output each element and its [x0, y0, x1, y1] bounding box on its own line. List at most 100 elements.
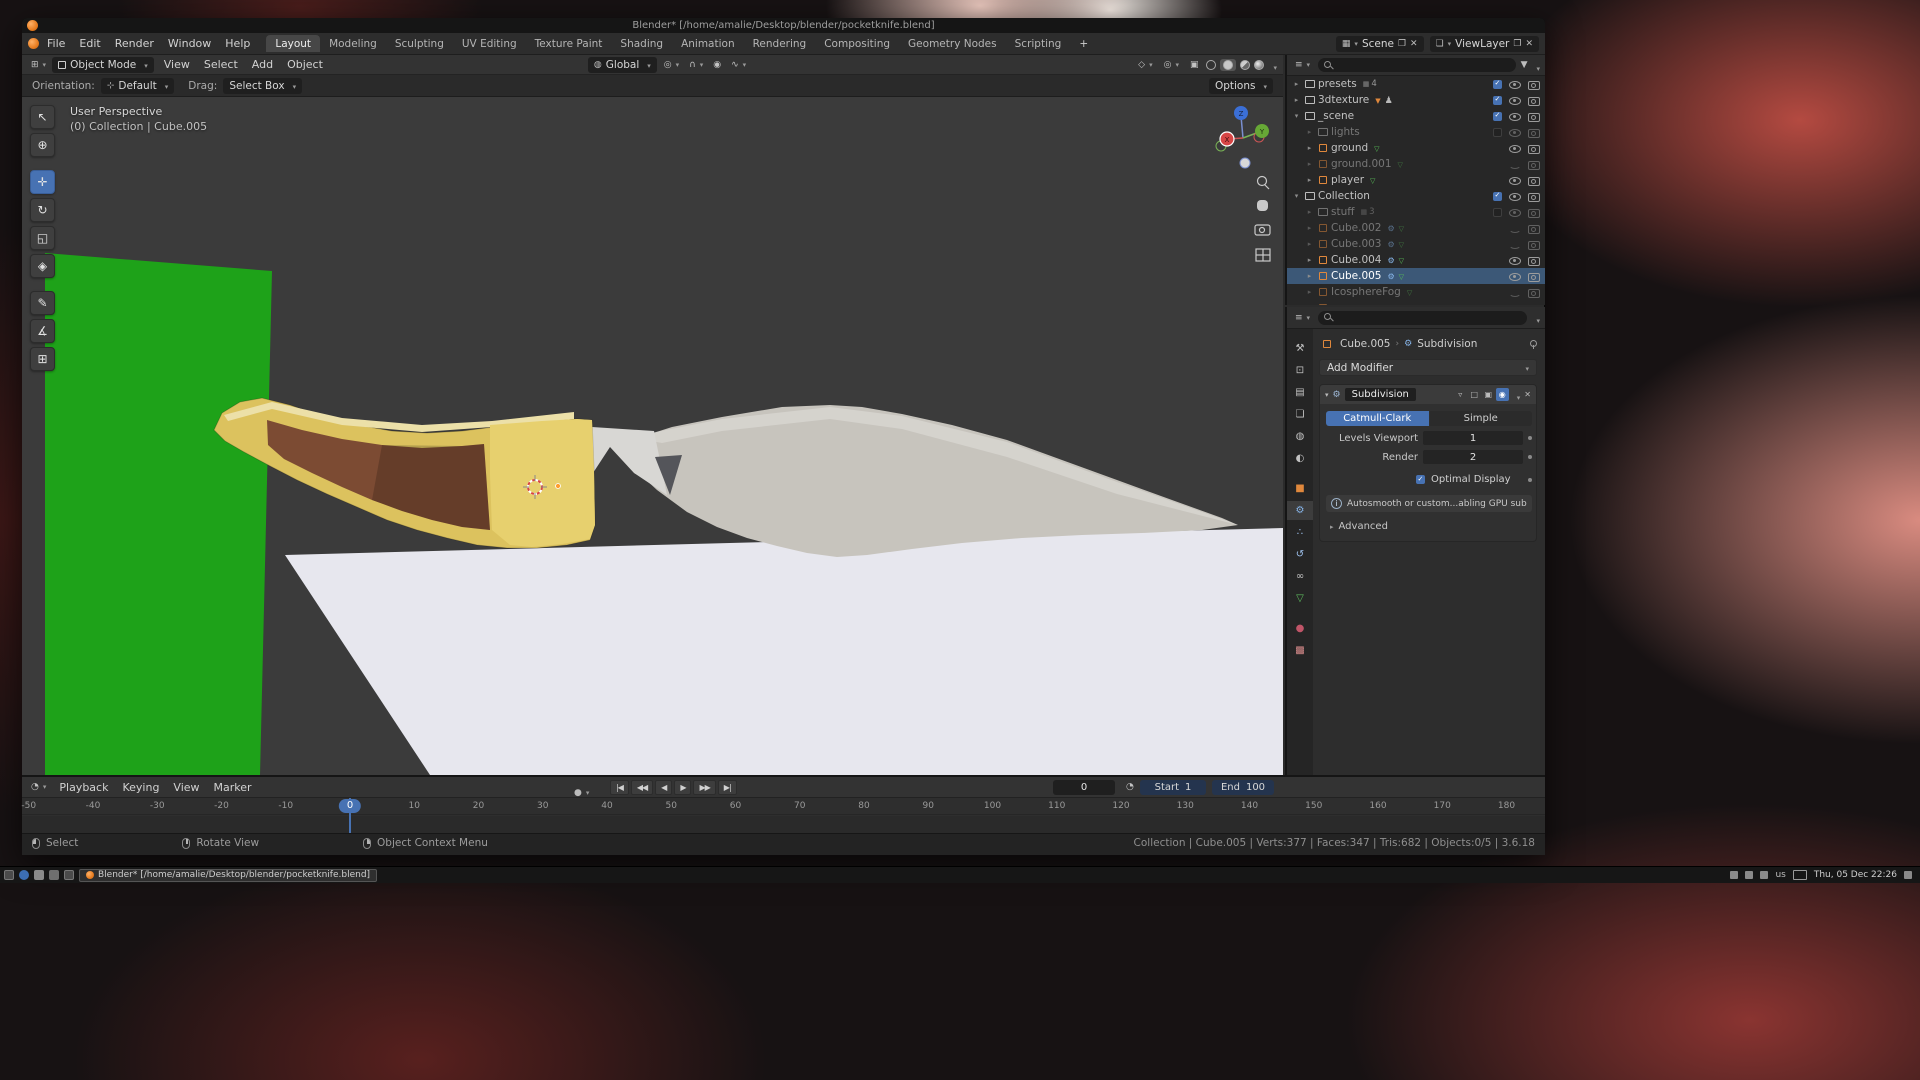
timeline-track[interactable]: [22, 816, 1545, 833]
viewport-menu-object[interactable]: Object: [280, 56, 330, 73]
camera-render-icon[interactable]: [1528, 127, 1540, 137]
outliner-row[interactable]: ▸: [1287, 300, 1545, 305]
menu-render[interactable]: Render: [108, 35, 161, 52]
camera-render-icon[interactable]: [1528, 239, 1540, 249]
tool-add-cube[interactable]: ⊞: [30, 347, 55, 371]
eye-open-icon[interactable]: [1509, 95, 1521, 106]
files-icon[interactable]: [34, 870, 44, 880]
wireframe-shading-button[interactable]: [1206, 60, 1216, 70]
filter-funnel-icon[interactable]: ▼: [1521, 60, 1528, 70]
outliner-row-3dtexture[interactable]: ▸3dtexture: [1287, 92, 1545, 108]
workspace-tab-rendering[interactable]: Rendering: [744, 35, 816, 52]
eye-closed-icon[interactable]: [1509, 303, 1521, 306]
expand-arrow-icon[interactable]: ▸: [1304, 288, 1315, 296]
menu-window[interactable]: Window: [161, 35, 218, 52]
workspace-tab-layout[interactable]: Layout: [266, 35, 320, 52]
eye-open-icon[interactable]: [1509, 143, 1521, 154]
add-workspace-button[interactable]: +: [1070, 35, 1097, 52]
camera-render-icon[interactable]: [1528, 143, 1540, 153]
properties-tab-material[interactable]: ●: [1287, 619, 1313, 638]
checkbox-unchecked-icon[interactable]: [1493, 128, 1502, 137]
checkbox-unchecked-icon[interactable]: [1493, 208, 1502, 217]
frame-start-field[interactable]: Start 1: [1140, 780, 1206, 795]
timeline-menu-marker[interactable]: Marker: [207, 779, 259, 796]
properties-editor-type-button[interactable]: ≡: [1292, 312, 1313, 324]
tool-measure[interactable]: ∡: [30, 319, 55, 343]
workspace-tab-scripting[interactable]: Scripting: [1006, 35, 1071, 52]
workspace-tab-shading[interactable]: Shading: [611, 35, 672, 52]
tool-move[interactable]: ✛: [30, 170, 55, 194]
browser-icon[interactable]: [19, 870, 29, 880]
blender-menu-icon[interactable]: [28, 38, 39, 49]
solid-shading-button[interactable]: [1220, 59, 1236, 71]
green-plane[interactable]: [45, 253, 272, 775]
camera-render-icon[interactable]: [1528, 287, 1540, 297]
scene-selector[interactable]: ▦ Scene ❐ ✕: [1336, 36, 1424, 52]
modifier-close-icon[interactable]: ✕: [1524, 390, 1531, 399]
transport-jump-start-button[interactable]: |◀: [610, 780, 629, 795]
properties-tab-texture[interactable]: ▩: [1287, 641, 1313, 660]
proportional-edit-button[interactable]: ◉: [710, 59, 724, 71]
camera-render-icon[interactable]: [1528, 95, 1540, 105]
camera-render-icon[interactable]: [1528, 159, 1540, 169]
workspace-tab-uv-editing[interactable]: UV Editing: [453, 35, 526, 52]
properties-options-chevron-icon[interactable]: [1532, 308, 1540, 327]
properties-tab-modifiers[interactable]: ⚙: [1287, 501, 1313, 520]
camera-render-icon[interactable]: [1528, 79, 1540, 89]
camera-render-icon[interactable]: [1528, 175, 1540, 185]
camera-render-icon[interactable]: [1528, 303, 1540, 305]
properties-tab-particles[interactable]: ∴: [1287, 523, 1313, 542]
outliner-row-player[interactable]: ▸player: [1287, 172, 1545, 188]
eye-open-icon[interactable]: [1509, 111, 1521, 122]
shading-chevron-icon[interactable]: [1269, 55, 1277, 74]
tool-scale[interactable]: ◱: [30, 226, 55, 250]
properties-search-field[interactable]: [1318, 311, 1527, 325]
outliner-row-icospherefog[interactable]: ▸IcosphereFog: [1287, 284, 1545, 300]
eye-open-icon[interactable]: [1509, 175, 1521, 186]
outliner-row-cube-004[interactable]: ▸Cube.004: [1287, 252, 1545, 268]
properties-tab-world[interactable]: ◐: [1287, 449, 1313, 468]
notifications-tray-icon[interactable]: [1904, 871, 1912, 879]
outliner-search-field[interactable]: [1318, 58, 1516, 72]
animate-dot-icon[interactable]: [1528, 478, 1532, 482]
camera-render-icon[interactable]: [1528, 191, 1540, 201]
expand-arrow-icon[interactable]: ▸: [1291, 80, 1302, 88]
eye-closed-icon[interactable]: [1509, 287, 1521, 298]
modifier-extras-chevron-icon[interactable]: [1513, 385, 1521, 404]
camera-render-icon[interactable]: [1528, 255, 1540, 265]
timeline-menu-keying[interactable]: Keying: [115, 779, 166, 796]
eye-closed-icon[interactable]: [1509, 239, 1521, 250]
workspace-tab-sculpting[interactable]: Sculpting: [386, 35, 453, 52]
eye-open-icon[interactable]: [1509, 127, 1521, 138]
outliner-row-ground-001[interactable]: ▸ground.001: [1287, 156, 1545, 172]
checkbox-checked-icon[interactable]: [1493, 80, 1502, 89]
transport-play-reverse-button[interactable]: ◀: [655, 780, 672, 795]
keyboard-layout-indicator[interactable]: us: [1775, 870, 1785, 880]
axis-minus-z-ball[interactable]: [1240, 158, 1250, 168]
show-gizmos-button[interactable]: ◇: [1135, 59, 1155, 71]
material-shading-button[interactable]: [1240, 60, 1250, 70]
cage-toggle-icon[interactable]: □: [1468, 388, 1481, 401]
viewport-3d[interactable]: Z Y X: [22, 97, 1283, 775]
remove-viewlayer-icon[interactable]: ✕: [1525, 39, 1533, 49]
modifier-name-field[interactable]: Subdivision: [1345, 388, 1416, 401]
outliner-row-collection[interactable]: ▾Collection: [1287, 188, 1545, 204]
advanced-section-toggle[interactable]: ▸ Advanced: [1330, 521, 1532, 532]
timeline-menu-view[interactable]: View: [166, 779, 206, 796]
transport-prev-keyframe-button[interactable]: ◀◀: [631, 780, 653, 795]
camera-render-icon[interactable]: [1528, 207, 1540, 217]
outliner-editor-type-button[interactable]: ≡: [1292, 59, 1313, 71]
eye-open-icon[interactable]: [1509, 207, 1521, 218]
optimal-display-checkbox[interactable]: [1416, 475, 1425, 484]
breadcrumb-object[interactable]: Cube.005: [1340, 338, 1391, 350]
rendered-shading-button[interactable]: [1254, 60, 1264, 70]
expand-arrow-icon[interactable]: ▸: [1304, 304, 1315, 305]
editor-type-button[interactable]: ⊞: [28, 59, 49, 71]
outliner-row-cube-002[interactable]: ▸Cube.002: [1287, 220, 1545, 236]
xray-toggle-button[interactable]: ▣: [1187, 59, 1202, 71]
tool-annotate[interactable]: ✎: [30, 291, 55, 315]
app-menu-icon[interactable]: [4, 870, 14, 880]
workspace-tab-animation[interactable]: Animation: [672, 35, 744, 52]
expand-arrow-icon[interactable]: ▸: [1304, 256, 1315, 264]
snap-magnet-button[interactable]: ∩: [686, 59, 706, 71]
